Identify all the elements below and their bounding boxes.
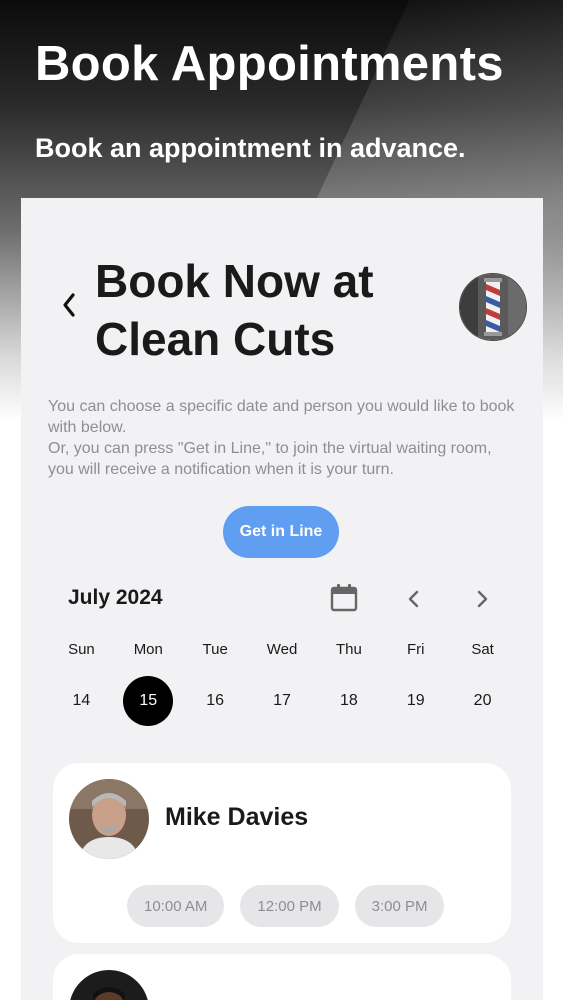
prev-week-button[interactable] <box>403 587 425 611</box>
day-cell[interactable]: 16 <box>182 676 249 726</box>
weekday-label: Tue <box>202 641 228 658</box>
time-slot-button[interactable]: 3:00 PM <box>354 885 445 927</box>
weekday-label: Sun <box>68 641 95 658</box>
calendar-icon[interactable] <box>329 583 359 613</box>
day-number: 18 <box>339 692 358 709</box>
barber-pole-image <box>460 274 526 340</box>
day-number: 20 <box>473 692 492 709</box>
weekday-label: Thu <box>335 641 362 658</box>
hero-title: Book Appointments <box>35 37 504 91</box>
time-slot-button[interactable]: 10:00 AM <box>127 885 225 927</box>
intro-line1: You can choose a specific date and perso… <box>48 398 515 436</box>
time-slot-button[interactable]: 12:00 PM <box>240 885 339 927</box>
shop-avatar[interactable] <box>459 273 527 341</box>
chevron-left-icon <box>408 590 419 608</box>
back-button[interactable] <box>57 290 81 320</box>
chevron-right-icon <box>477 590 488 608</box>
day-cell[interactable]: 20 <box>449 676 516 726</box>
intro-text: You can choose a specific date and perso… <box>48 396 518 480</box>
day-number: 14 <box>72 692 91 709</box>
page-title-line1: Book Now at <box>95 255 374 307</box>
barber-avatar <box>69 779 149 859</box>
day-cell-selected[interactable]: 15 <box>115 676 182 726</box>
barber-photo <box>69 970 149 1000</box>
day-number: 15 <box>123 676 174 726</box>
chevron-left-icon <box>63 293 75 317</box>
weekday-label: Sat <box>471 641 494 658</box>
day-cell[interactable]: 19 <box>382 676 449 726</box>
time-slot-list: 10:00 AM 12:00 PM 3:00 PM <box>127 885 445 927</box>
barber-name: Mike Davies <box>165 803 309 831</box>
day-number: 19 <box>406 692 425 709</box>
hero-subtitle: Book an appointment in advance. <box>35 133 466 163</box>
page-title: Book Now at Clean Cuts <box>95 252 435 368</box>
booking-screen: Book Now at Clean Cuts You can choose a … <box>21 198 543 1000</box>
day-number: 17 <box>273 692 291 709</box>
weekday-row: Sun Mon Tue Wed Thu Fri Sat <box>48 641 516 658</box>
barber-photo <box>69 779 149 859</box>
weekday-label: Wed <box>266 641 298 658</box>
intro-line2: Or, you can press "Get in Line," to join… <box>48 440 492 478</box>
page-title-line2: Clean Cuts <box>95 313 336 365</box>
weekday-label: Mon <box>133 641 163 658</box>
day-number: 16 <box>206 692 225 709</box>
next-week-button[interactable] <box>471 587 493 611</box>
month-label: July 2024 <box>68 586 163 609</box>
day-row: 14 15 16 17 18 19 20 <box>48 676 516 726</box>
day-cell[interactable]: 18 <box>315 676 382 726</box>
barber-avatar <box>69 970 149 1000</box>
barber-card[interactable] <box>53 954 511 1000</box>
get-in-line-button[interactable]: Get in Line <box>223 506 339 558</box>
weekday-label: Fri <box>406 641 425 658</box>
day-cell[interactable]: 17 <box>249 676 316 726</box>
day-cell[interactable]: 14 <box>48 676 115 726</box>
barber-card[interactable]: Mike Davies 10:00 AM 12:00 PM 3:00 PM <box>53 763 511 943</box>
